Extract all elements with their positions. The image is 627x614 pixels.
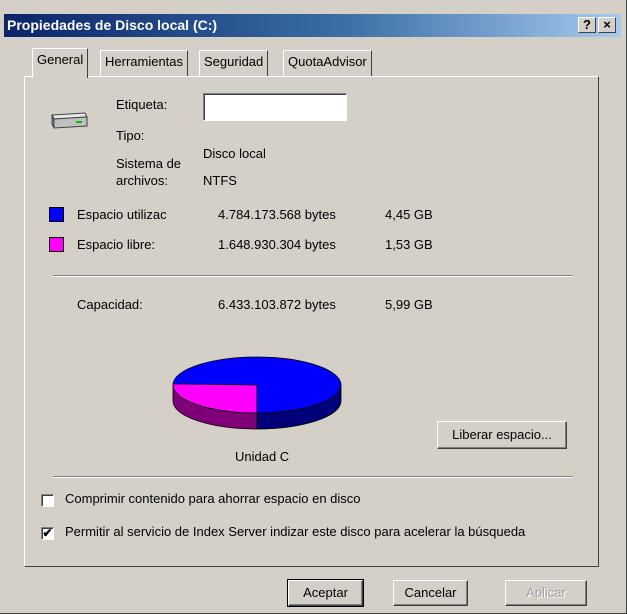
general-tab-panel: Etiqueta: Tipo: Disco local Sistema de a… bbox=[24, 76, 599, 567]
index-checkbox[interactable]: ✔ bbox=[41, 527, 54, 540]
compress-checkbox[interactable] bbox=[41, 494, 54, 507]
tab-label: QuotaAdvisor bbox=[288, 54, 367, 69]
pie-chart-label: Unidad C bbox=[235, 449, 290, 464]
filesystem-value: NTFS bbox=[203, 173, 237, 188]
tab-label: General bbox=[37, 52, 84, 67]
used-space-swatch bbox=[49, 207, 64, 222]
cancel-button[interactable]: Cancelar bbox=[393, 580, 468, 606]
used-space-caption: Espacio utilizac bbox=[77, 207, 167, 222]
free-space-caption: Espacio libre: bbox=[77, 237, 156, 252]
separator bbox=[53, 476, 573, 478]
close-icon: × bbox=[603, 17, 611, 32]
used-space-bytes: 4.784.173.568 bytes bbox=[218, 207, 336, 222]
cleanup-button[interactable]: Liberar espacio... bbox=[437, 421, 567, 449]
properties-dialog: Propiedades de Disco local (C:) ? × Gene… bbox=[0, 0, 627, 614]
label-caption: Etiqueta: bbox=[116, 97, 168, 112]
separator bbox=[53, 275, 573, 277]
tab-quotaadvisor[interactable]: QuotaAdvisor bbox=[283, 50, 372, 76]
filesystem-caption-line1: Sistema de bbox=[116, 156, 182, 171]
ok-button-label: Aceptar bbox=[303, 585, 348, 600]
cleanup-button-label: Liberar espacio... bbox=[452, 427, 552, 442]
tab-label: Herramientas bbox=[105, 54, 184, 69]
capacity-bytes: 6.433.103.872 bytes bbox=[218, 297, 336, 312]
used-space-size: 4,45 GB bbox=[385, 207, 433, 222]
filesystem-caption-line2: archivos: bbox=[116, 173, 169, 188]
cancel-button-label: Cancelar bbox=[404, 585, 457, 600]
close-button[interactable]: × bbox=[598, 17, 616, 33]
title-bar[interactable]: Propiedades de Disco local (C:) ? × bbox=[4, 14, 621, 37]
tab-seguridad[interactable]: Seguridad bbox=[199, 50, 269, 76]
apply-button-label: Aplicar bbox=[526, 585, 566, 600]
disk-usage-pie-chart bbox=[172, 356, 342, 430]
free-space-swatch bbox=[49, 237, 64, 252]
free-space-bytes: 1.648.930.304 bytes bbox=[218, 237, 336, 252]
apply-button[interactable]: Aplicar bbox=[505, 580, 587, 606]
checkmark-icon: ✔ bbox=[42, 526, 53, 540]
capacity-size: 5,99 GB bbox=[385, 297, 433, 312]
ok-button[interactable]: Aceptar bbox=[287, 579, 364, 607]
help-icon: ? bbox=[583, 17, 591, 32]
compress-checkbox-label[interactable]: Comprimir contenido para ahorrar espacio… bbox=[65, 491, 361, 506]
tab-general[interactable]: General bbox=[32, 48, 89, 78]
hard-drive-icon bbox=[51, 112, 88, 129]
tab-label: Seguridad bbox=[204, 54, 264, 69]
index-checkbox-label[interactable]: Permitir al servicio de Index Server ind… bbox=[65, 524, 525, 539]
tab-herramientas[interactable]: Herramientas bbox=[100, 50, 189, 76]
window-title: Propiedades de Disco local (C:) bbox=[7, 17, 218, 33]
type-caption: Tipo: bbox=[116, 128, 145, 143]
help-button[interactable]: ? bbox=[578, 17, 596, 33]
capacity-caption: Capacidad: bbox=[77, 297, 143, 312]
free-space-size: 1,53 GB bbox=[385, 237, 433, 252]
type-value: Disco local bbox=[203, 146, 266, 161]
label-input[interactable] bbox=[203, 93, 347, 121]
